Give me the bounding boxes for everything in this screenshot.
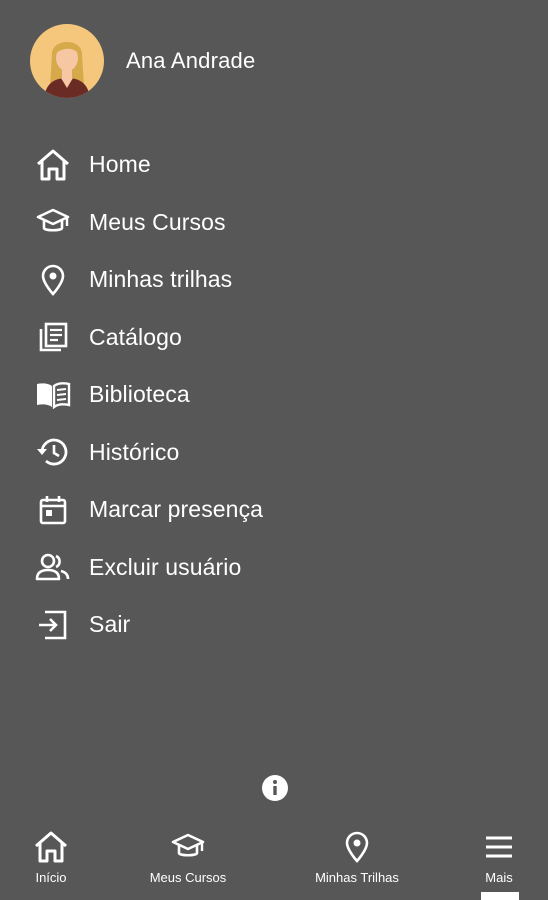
book-icon	[34, 376, 72, 414]
menu-item-label: Excluir usuário	[89, 553, 242, 580]
hamburger-menu-icon	[484, 830, 514, 864]
avatar	[30, 24, 104, 98]
menu-item-catalogo[interactable]: Catálogo	[34, 309, 263, 367]
nav-tab-meus-cursos[interactable]: Meus Cursos	[138, 822, 238, 900]
menu-item-marcar-presenca[interactable]: Marcar presença	[34, 481, 263, 539]
side-menu: Home Meus Cursos Minhas trilhas Catálogo…	[34, 136, 263, 654]
menu-item-home[interactable]: Home	[34, 136, 263, 194]
menu-item-label: Marcar presença	[89, 496, 264, 523]
menu-item-label: Meus Cursos	[89, 208, 226, 235]
menu-item-historico[interactable]: Histórico	[34, 424, 263, 482]
users-icon	[34, 548, 72, 586]
nav-tab-label: Início	[35, 870, 67, 885]
catalog-icon	[34, 318, 72, 356]
nav-tab-minhas-trilhas[interactable]: Minhas Trilhas	[302, 822, 412, 900]
menu-item-minhas-trilhas[interactable]: Minhas trilhas	[34, 251, 263, 309]
menu-item-sair[interactable]: Sair	[34, 596, 263, 654]
nav-tab-label: Meus Cursos	[149, 870, 227, 885]
home-icon	[34, 146, 72, 184]
menu-item-excluir-usuario[interactable]: Excluir usuário	[34, 539, 263, 597]
bottom-navigation: Início Meus Cursos Minhas Trilhas Mais	[0, 822, 548, 900]
menu-item-label: Catálogo	[89, 323, 182, 350]
graduation-cap-icon	[34, 203, 72, 241]
nav-tab-inicio[interactable]: Início	[21, 822, 81, 900]
user-name: Ana Andrade	[126, 48, 256, 73]
nav-tab-mais[interactable]: Mais	[474, 822, 524, 900]
info-icon[interactable]	[261, 774, 289, 802]
menu-item-label: Sair	[89, 611, 131, 638]
menu-item-label: Biblioteca	[89, 381, 190, 408]
menu-item-label: Histórico	[89, 438, 180, 465]
nav-tab-label: Mais	[485, 870, 513, 885]
menu-item-meus-cursos[interactable]: Meus Cursos	[34, 194, 263, 252]
location-pin-icon	[344, 830, 370, 864]
calendar-icon	[34, 491, 72, 529]
profile-header: Ana Andrade	[30, 24, 255, 98]
exit-icon	[34, 606, 72, 644]
menu-item-label: Home	[89, 151, 151, 178]
menu-item-biblioteca[interactable]: Biblioteca	[34, 366, 263, 424]
active-tab-indicator	[481, 892, 519, 900]
menu-item-label: Minhas trilhas	[89, 266, 233, 293]
location-pin-icon	[34, 261, 72, 299]
graduation-cap-icon	[171, 830, 205, 864]
history-icon	[34, 433, 72, 471]
nav-tab-label: Minhas Trilhas	[315, 870, 399, 885]
avatar-illustration	[44, 42, 90, 98]
home-icon	[33, 830, 69, 864]
